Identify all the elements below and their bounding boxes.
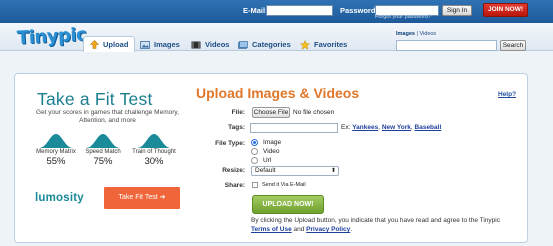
radio-button[interactable] (251, 157, 258, 164)
filetype-video[interactable]: Video (251, 148, 280, 155)
file-status: No file chosen (293, 109, 335, 116)
tab-categories[interactable]: Categories (232, 37, 297, 52)
search-input[interactable] (396, 40, 497, 51)
search-button[interactable]: Search (500, 40, 526, 51)
metric-name: Train of Thought (132, 149, 176, 155)
chevron-updown-icon: ⬍ (330, 168, 336, 174)
terms-text: By clicking the Upload button, you indic… (251, 217, 500, 224)
tab-images-label: Images (154, 40, 180, 49)
sign-in-button[interactable]: Sign In (442, 5, 472, 16)
resize-select[interactable]: Default ⬍ (251, 166, 339, 176)
bell-curve-icon (137, 134, 171, 148)
terms-end: . (350, 226, 353, 233)
privacy-policy-link[interactable]: Privacy Policy (306, 226, 350, 233)
terms-notice: By clicking the Upload button, you indic… (251, 216, 521, 234)
file-label: File: (231, 109, 245, 116)
tag-example-link[interactable]: New York (382, 124, 411, 131)
share-email-checkbox[interactable] (252, 182, 258, 188)
tags-input[interactable] (250, 123, 338, 133)
share-label: Share: (224, 182, 245, 189)
file-type-label: File Type: (215, 140, 245, 147)
tab-upload[interactable]: Upload (83, 36, 136, 52)
upload-now-button[interactable]: UPLOAD NOW! (252, 195, 324, 214)
join-now-button[interactable]: JOIN NOW! (483, 3, 528, 17)
categories-icon (238, 40, 248, 49)
metric-train-of-thought: Train of Thought 30% (129, 133, 179, 167)
bell-curve-icon (39, 134, 73, 148)
tags-examples: Ex: Yankees, New York, Baseball (341, 124, 442, 131)
tab-favorites[interactable]: Favorites (294, 37, 353, 52)
search-scope: Images | Videos (396, 31, 436, 37)
tag-example-link[interactable]: Yankees (352, 124, 378, 131)
password-label: Password: (340, 6, 378, 15)
radio-button[interactable] (251, 148, 258, 155)
metric-value: 55% (46, 156, 66, 167)
star-icon (300, 39, 310, 50)
choose-file-button[interactable]: Choose File (252, 107, 290, 118)
metric-speed-match: Speed Match 75% (78, 133, 128, 167)
form-title: Upload Images & Videos (196, 85, 360, 101)
search-scope-images[interactable]: Images (396, 31, 415, 37)
search-scope-videos[interactable]: Videos (419, 31, 436, 37)
tab-categories-label: Categories (252, 40, 291, 49)
metric-name: Memory Matrix (36, 149, 76, 155)
filetype-label: Url (263, 157, 272, 164)
filetype-url[interactable]: Url (251, 157, 271, 164)
metric-memory-matrix: Memory Matrix 55% (31, 133, 81, 167)
email-label: E-Mail: (243, 6, 268, 15)
tab-images[interactable]: Images (134, 37, 186, 52)
tags-label: Tags: (228, 124, 245, 131)
metric-name: Speed Match (85, 149, 121, 155)
tags-example-prefix: Ex: (341, 124, 353, 131)
resize-label: Resize: (222, 167, 245, 174)
filetype-label: Video (263, 148, 280, 155)
terms-of-use-link[interactable]: Terms of Use (251, 226, 292, 233)
resize-value: Default (255, 167, 276, 174)
share-email-option[interactable]: Send it Via E-Mail (252, 182, 306, 188)
forgot-password-link[interactable]: Forgot your password? (375, 14, 431, 20)
email-field[interactable] (266, 5, 333, 16)
terms-and: and (291, 226, 307, 233)
filetype-image[interactable]: Image (251, 139, 281, 146)
take-fit-test-button[interactable]: Take Fit Test ➔ (104, 187, 180, 209)
metric-value: 30% (144, 156, 164, 167)
images-icon (140, 40, 150, 49)
help-link[interactable]: Help? (498, 91, 516, 98)
lumosity-logo[interactable]: lumosity (35, 192, 84, 204)
tab-videos-label: Videos (205, 40, 230, 49)
videos-icon (191, 41, 201, 48)
share-email-label: Send it Via E-Mail (262, 182, 306, 188)
radio-button[interactable] (251, 139, 258, 146)
bell-curve-icon (86, 134, 120, 148)
tab-upload-label: Upload (103, 40, 129, 49)
filetype-label: Image (263, 139, 282, 146)
tab-videos[interactable]: Videos (185, 37, 235, 52)
tinypic-logo[interactable]: Tinypic (16, 24, 87, 49)
tag-example-link[interactable]: Baseball (415, 124, 442, 131)
metric-value: 75% (93, 156, 113, 167)
tab-favorites-label: Favorites (314, 40, 348, 49)
ad-title[interactable]: Take a Fit Test (37, 89, 153, 110)
ad-subtitle: Get your scores in games that challenge … (36, 109, 179, 124)
upload-arrow-icon (90, 40, 99, 49)
